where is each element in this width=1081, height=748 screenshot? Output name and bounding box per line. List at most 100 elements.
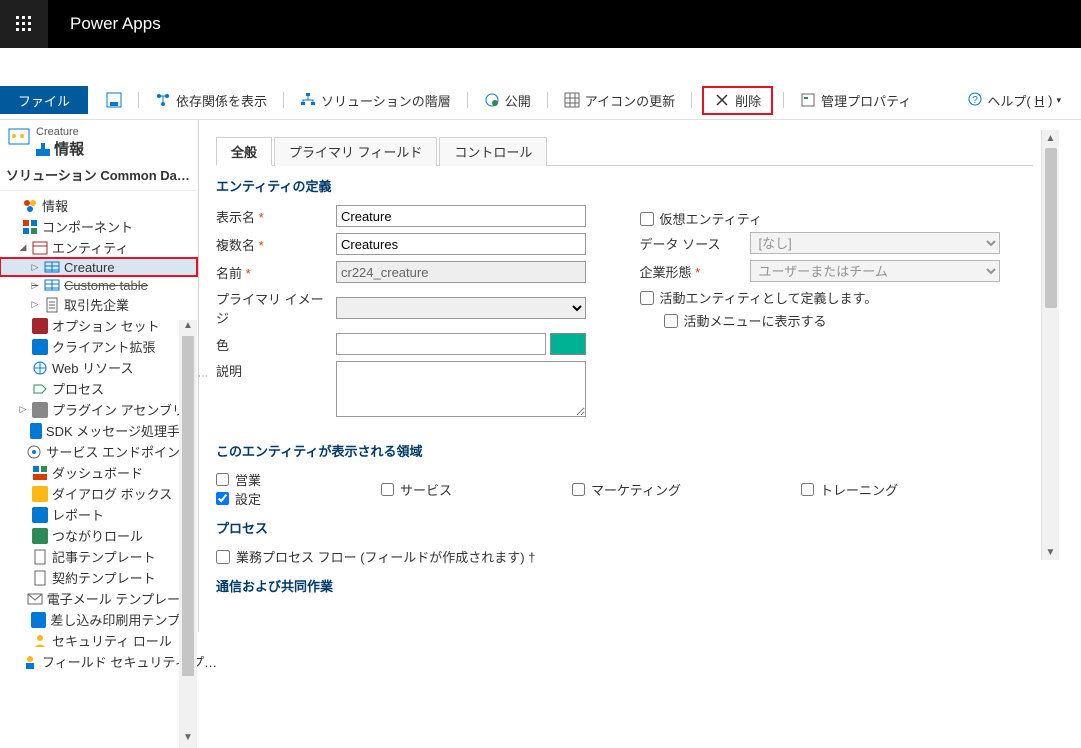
nav-connrole[interactable]: つながりロール [0, 525, 197, 546]
sidebar: Creature 情報 ソリューション Common Data S… 情報 コン… [0, 120, 198, 632]
secrole-icon [32, 633, 48, 649]
nav-webres[interactable]: Web リソース [0, 357, 197, 378]
dependencies-label: 依存関係を表示 [176, 91, 267, 110]
color-swatch[interactable] [550, 333, 586, 355]
content: 全般 プライマリ フィールド コントロール エンティティの定義 表示名 * 複数… [206, 120, 1081, 632]
managed-props-icon [800, 92, 816, 108]
nav-dash[interactable]: ダッシュボード [0, 462, 197, 483]
tab-control[interactable]: コントロール [439, 137, 547, 166]
info-icon [22, 198, 38, 214]
breadcrumb: Creature [36, 126, 84, 138]
help-link[interactable]: ? ヘルプ(H) ▾ [967, 91, 1061, 110]
section-communication: 通信および共同作業 [216, 576, 1033, 595]
area-service-checkbox[interactable] [381, 483, 394, 496]
description-input[interactable] [336, 361, 586, 417]
optionset-icon [32, 318, 48, 334]
publish-icon [484, 92, 500, 108]
icon-update-button[interactable]: アイコンの更新 [558, 88, 681, 113]
process-icon [32, 381, 48, 397]
dialog-icon [32, 486, 48, 502]
area-training-checkbox[interactable] [801, 483, 814, 496]
section-process: プロセス [216, 518, 1033, 537]
publish-label: 公開 [505, 91, 531, 110]
dependencies-icon [155, 92, 171, 108]
endpoint-icon [26, 444, 42, 460]
nav-entity-account[interactable]: ▷取引先企業 [0, 294, 197, 315]
name-input [336, 261, 586, 283]
area-sales-checkbox[interactable] [216, 473, 229, 486]
nav-optionsets[interactable]: オプション セット [0, 315, 197, 336]
nav-sdk[interactable]: SDK メッセージ処理手順 [0, 420, 197, 441]
content-scrollbar[interactable]: ▲▼ [1041, 130, 1059, 560]
toolbar: ファイル 依存関係を表示 ソリューションの階層 公開 アイコンの更新 削除 [0, 86, 1081, 114]
connrole-icon [32, 528, 48, 544]
area-settings-checkbox[interactable] [216, 492, 229, 505]
splitter[interactable]: ⋮ [198, 120, 206, 632]
nav-components[interactable]: コンポーネント [0, 216, 197, 237]
nav-article[interactable]: 記事テンプレート [0, 546, 197, 567]
hierarchy-label: ソリューションの階層 [321, 91, 451, 110]
nav-dialog[interactable]: ダイアログ ボックス [0, 483, 197, 504]
waffle-icon [16, 16, 32, 32]
nav-clientext[interactable]: クライアント拡張 [0, 336, 197, 357]
nav-svcep[interactable]: サービス エンドポイント [0, 441, 197, 462]
nav-info[interactable]: 情報 [0, 195, 197, 216]
help-icon: ? [967, 91, 983, 110]
clientext-icon [32, 339, 48, 355]
globe-icon [32, 360, 48, 376]
dependencies-button[interactable]: 依存関係を表示 [149, 88, 273, 113]
file-menu-button[interactable]: ファイル [0, 86, 88, 114]
nav-entity-creature[interactable]: ▷Creature [0, 258, 197, 276]
app-launcher-button[interactable] [0, 0, 48, 48]
activity-entity-checkbox[interactable] [640, 291, 654, 305]
managed-props-button[interactable]: 管理プロパティ [794, 88, 917, 113]
sidebar-scrollbar[interactable]: ▲▼ [179, 320, 197, 748]
nav-report[interactable]: レポート [0, 504, 197, 525]
publish-button[interactable]: 公開 [478, 88, 537, 113]
entity-icon [32, 240, 48, 256]
bpf-checkbox[interactable] [216, 550, 230, 564]
article-icon [32, 549, 48, 565]
entity-editor-icon [8, 126, 30, 148]
section-areas: このエンティティが表示される領域 [216, 441, 1033, 460]
doc-icon [44, 297, 60, 313]
app-brand: Power Apps [48, 14, 183, 34]
nav-entity-custom[interactable]: ▷Custome table [0, 276, 197, 294]
grid-icon [564, 92, 580, 108]
plural-name-input[interactable] [336, 233, 586, 255]
nav-contract[interactable]: 契約テンプレート [0, 567, 197, 588]
nav-plugin[interactable]: ▷プラグイン アセンブリ [0, 399, 197, 420]
fieldsec-icon [22, 654, 38, 670]
nav-secrole[interactable]: セキュリティ ロール [0, 630, 197, 651]
save-button[interactable] [100, 89, 128, 111]
close-icon [714, 92, 730, 108]
table-icon [44, 259, 60, 275]
table-icon [44, 277, 60, 293]
sdk-icon [30, 423, 42, 439]
nav-fieldsec[interactable]: フィールド セキュリティ プ… [0, 651, 197, 672]
delete-button[interactable]: 削除 [702, 86, 773, 115]
nav-process[interactable]: プロセス [0, 378, 197, 399]
plugin-icon [32, 402, 48, 418]
solution-label: ソリューション Common Data S… [0, 161, 197, 191]
nav-tree: 情報 コンポーネント ◢エンティティ ▷Creature ▷Custome ta… [0, 191, 197, 676]
display-name-input[interactable] [336, 205, 586, 227]
report-icon [32, 507, 48, 523]
tab-general[interactable]: 全般 [216, 137, 272, 166]
area-marketing-checkbox[interactable] [572, 483, 585, 496]
nav-mailmerge[interactable]: 差し込み印刷用テンプ… [0, 609, 197, 630]
nav-email[interactable]: 電子メール テンプレート [0, 588, 197, 609]
datasource-select: [なし] [750, 232, 1000, 254]
managed-props-label: 管理プロパティ [821, 91, 911, 110]
color-input[interactable] [336, 333, 546, 355]
mailmerge-icon [31, 612, 46, 628]
hierarchy-icon [300, 92, 316, 108]
icon-update-label: アイコンの更新 [585, 91, 675, 110]
nav-entities[interactable]: ◢エンティティ [0, 237, 197, 258]
section-entity-definition: エンティティの定義 [216, 176, 1033, 195]
hierarchy-button[interactable]: ソリューションの階層 [294, 88, 457, 113]
tab-primary[interactable]: プライマリ フィールド [274, 137, 437, 166]
primary-image-select[interactable] [336, 297, 586, 319]
activity-menu-checkbox[interactable] [664, 314, 678, 328]
virtual-entity-checkbox[interactable] [640, 212, 654, 226]
